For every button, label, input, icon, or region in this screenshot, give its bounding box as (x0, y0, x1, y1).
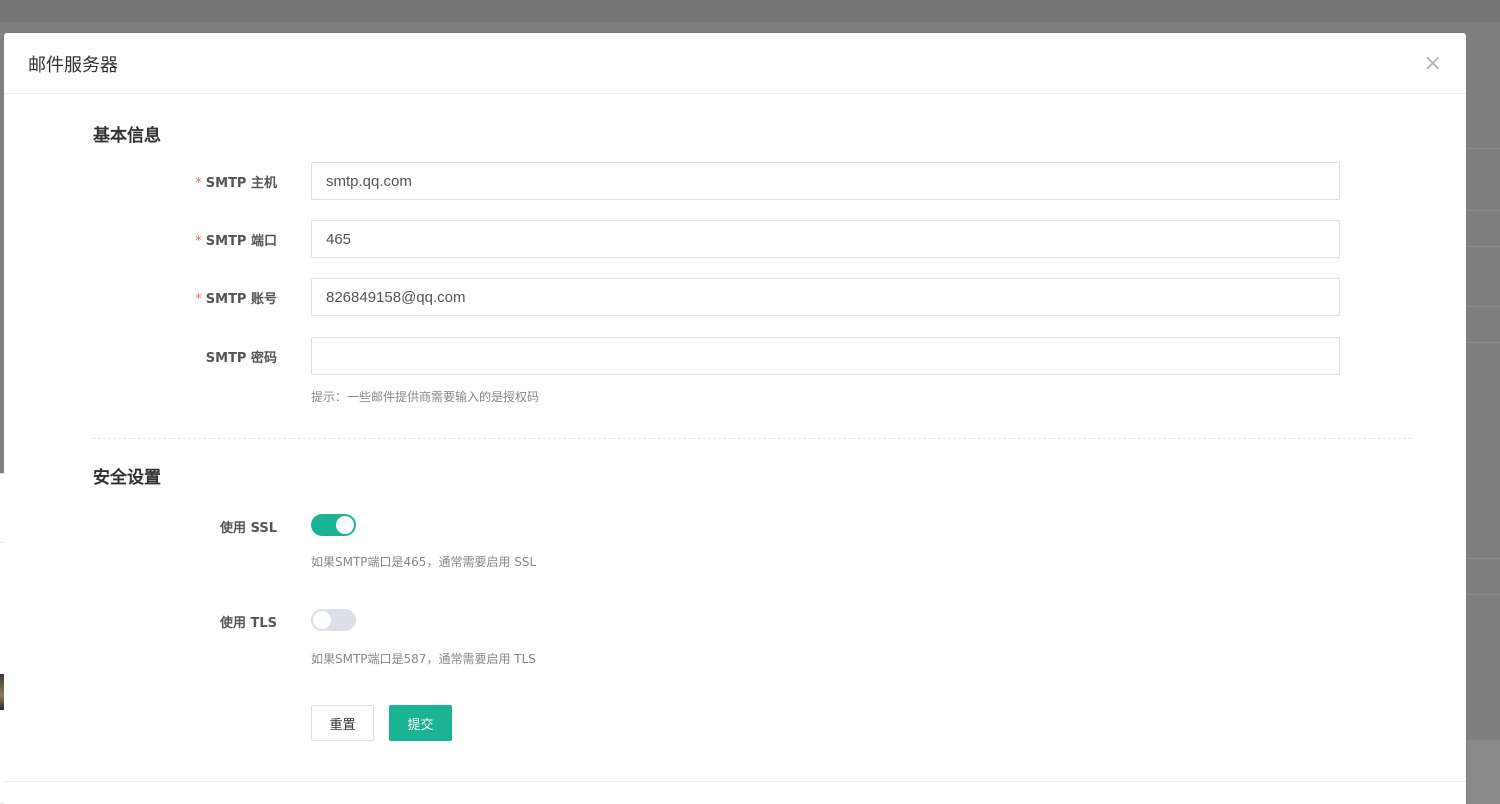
mail-server-dialog: 邮件服务器 × 基本信息 *SMTP 主机 *SMTP 端口 *SMTP 账号 … (4, 33, 1466, 804)
ssl-toggle[interactable] (311, 514, 356, 536)
background-row-line (1467, 306, 1500, 307)
reset-button[interactable]: 重置 (311, 705, 374, 741)
smtp-host-input[interactable] (311, 162, 1340, 200)
background-row-line (1467, 342, 1500, 343)
toggle-knob (313, 611, 331, 629)
smtp-port-label: * SMTP 端口 (195, 234, 277, 249)
toggle-knob (336, 516, 354, 534)
smtp-port-input[interactable] (311, 220, 1340, 258)
required-mark: * (195, 176, 202, 191)
background-row-line (1467, 210, 1500, 211)
smtp-password-input[interactable] (311, 337, 1340, 375)
ssl-hint: 如果SMTP端口是465，通常需要启用 SSL (311, 555, 537, 569)
ssl-row: 使用 SSL (4, 514, 1466, 540)
smtp-password-label: SMTP 密码 (205, 351, 277, 366)
tls-toggle[interactable] (311, 609, 356, 631)
section-divider (93, 438, 1411, 439)
form-row-smtp-host: * SMTP 主机 (4, 162, 1466, 200)
background-row-line (1467, 594, 1500, 595)
submit-button[interactable]: 提交 (389, 705, 452, 741)
smtp-account-input[interactable] (311, 278, 1340, 316)
tls-hint: 如果SMTP端口是587，通常需要启用 TLS (311, 652, 536, 666)
section-title-security: 安全设置 (93, 468, 161, 488)
smtp-host-label: * SMTP 主机 (195, 176, 277, 191)
required-mark: * (195, 234, 202, 249)
dialog-header: 邮件服务器 × (4, 33, 1466, 94)
tls-label: 使用 TLS (219, 616, 277, 631)
dialog-title: 邮件服务器 (28, 55, 118, 76)
background-row-line (1467, 148, 1500, 149)
close-icon[interactable]: × (1424, 53, 1442, 75)
required-mark: * (195, 292, 202, 307)
form-row-smtp-port: * SMTP 端口 (4, 220, 1466, 258)
ssl-label: 使用 SSL (220, 521, 277, 536)
background-footer (1467, 740, 1500, 804)
form-row-smtp-password: SMTP 密码 (4, 337, 1466, 375)
smtp-account-label: * SMTP 账号 (195, 292, 277, 307)
background-row-line (1467, 558, 1500, 559)
tls-row: 使用 TLS (4, 609, 1466, 635)
form-row-smtp-account: * SMTP 账号 (4, 278, 1466, 316)
background-topbar (0, 0, 1500, 22)
dialog-footer-divider (4, 781, 1466, 782)
password-hint: 提示：一些邮件提供商需要输入的是授权码 (311, 390, 540, 404)
background-row-line (1467, 246, 1500, 247)
section-title-basic-info: 基本信息 (93, 126, 161, 146)
